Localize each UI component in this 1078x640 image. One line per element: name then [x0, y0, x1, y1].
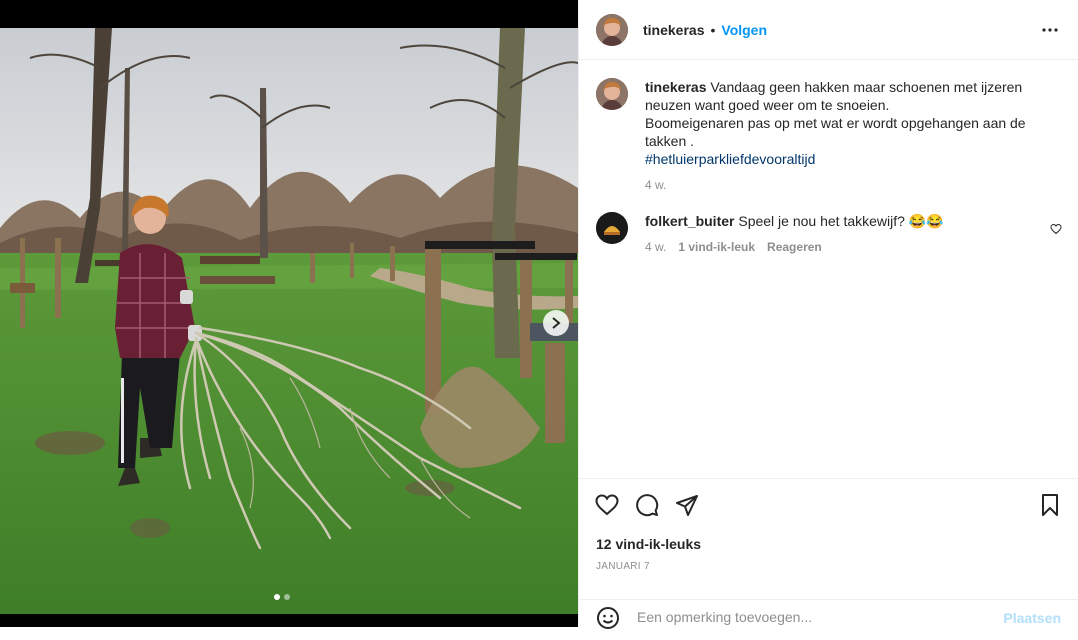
comment-body: folkert_buiter Speel je nou het takkewij…: [645, 212, 1035, 256]
caption: tinekeras Vandaag geen hakken maar schoe…: [596, 78, 1062, 194]
emoji-button[interactable]: [596, 606, 620, 635]
post-photo[interactable]: [0, 28, 578, 614]
comment-text: Speel je nou het takkewijf? 😂😂: [738, 213, 944, 229]
comment-button[interactable]: [635, 493, 659, 522]
save-button[interactable]: [1038, 493, 1062, 522]
action-icons: [595, 493, 1062, 519]
comment-username[interactable]: folkert_buiter: [645, 213, 734, 229]
share-icon: [676, 495, 698, 516]
add-comment-bar: Plaatsen: [579, 599, 1078, 640]
comment-input[interactable]: [635, 608, 969, 626]
carousel-dot-2: [284, 594, 290, 600]
like-heart-icon: [595, 494, 619, 516]
caption-meta: 4 w.: [645, 176, 1035, 194]
likes-count[interactable]: 12 vind-ik-leuks: [596, 536, 701, 552]
author-avatar[interactable]: [596, 13, 628, 46]
comment-like-heart-icon: [1050, 223, 1062, 235]
comment-item: folkert_buiter Speel je nou het takkewij…: [596, 212, 1062, 256]
caption-text-2: Boomeigenaren pas op met wat er wordt op…: [645, 115, 1026, 149]
post-actions: 12 vind-ik-leuks JANUARI 7 Plaatsen: [579, 478, 1078, 629]
comment-time[interactable]: 4 w.: [645, 238, 666, 256]
carousel-dot-1: [274, 594, 280, 600]
next-image-button[interactable]: [543, 310, 569, 336]
comments-section: tinekeras Vandaag geen hakken maar schoe…: [579, 60, 1078, 478]
save-bookmark-icon: [1042, 494, 1058, 516]
next-image-icon: [552, 317, 561, 329]
comment-meta: 4 w. 1 vind-ik-leuk Reageren: [645, 238, 1035, 256]
photo-illustration: [0, 28, 578, 614]
post-media: [0, 0, 578, 627]
avatar-image: [596, 78, 628, 110]
avatar-image: [596, 212, 628, 244]
reply-button[interactable]: Reageren: [767, 238, 822, 256]
caption-body: tinekeras Vandaag geen hakken maar schoe…: [645, 78, 1035, 194]
avatar-image: [596, 13, 628, 46]
comment-like-button[interactable]: [1050, 222, 1062, 240]
more-options-button[interactable]: [1040, 20, 1060, 45]
caption-avatar[interactable]: [596, 78, 628, 110]
caption-hashtag[interactable]: #hetluierparkliefdevooraltijd: [645, 150, 1035, 168]
emoji-icon: [597, 607, 619, 629]
caption-text-block: tinekeras Vandaag geen hakken maar schoe…: [645, 78, 1035, 114]
caption-time[interactable]: 4 w.: [645, 176, 666, 194]
comment-likes[interactable]: 1 vind-ik-leuk: [678, 238, 755, 256]
follow-button[interactable]: Volgen: [721, 22, 767, 38]
post-header: tinekeras • Volgen: [579, 0, 1078, 60]
share-button[interactable]: [675, 493, 699, 522]
more-options-icon: [1042, 28, 1058, 32]
comment-text-block: folkert_buiter Speel je nou het takkewij…: [645, 212, 1035, 230]
commenter-avatar[interactable]: [596, 212, 628, 244]
like-button[interactable]: [595, 493, 619, 522]
comment-icon: [636, 494, 659, 517]
post-date[interactable]: JANUARI 7: [596, 561, 650, 572]
post-comment-button[interactable]: Plaatsen: [1003, 610, 1061, 626]
header-separator: •: [710, 21, 716, 38]
post-sidebar: tinekeras • Volgen tinekeras Vandaag gee…: [578, 0, 1078, 629]
carousel-indicator: [274, 594, 290, 600]
author-username[interactable]: tinekeras: [643, 22, 704, 38]
caption-username[interactable]: tinekeras: [645, 79, 706, 95]
